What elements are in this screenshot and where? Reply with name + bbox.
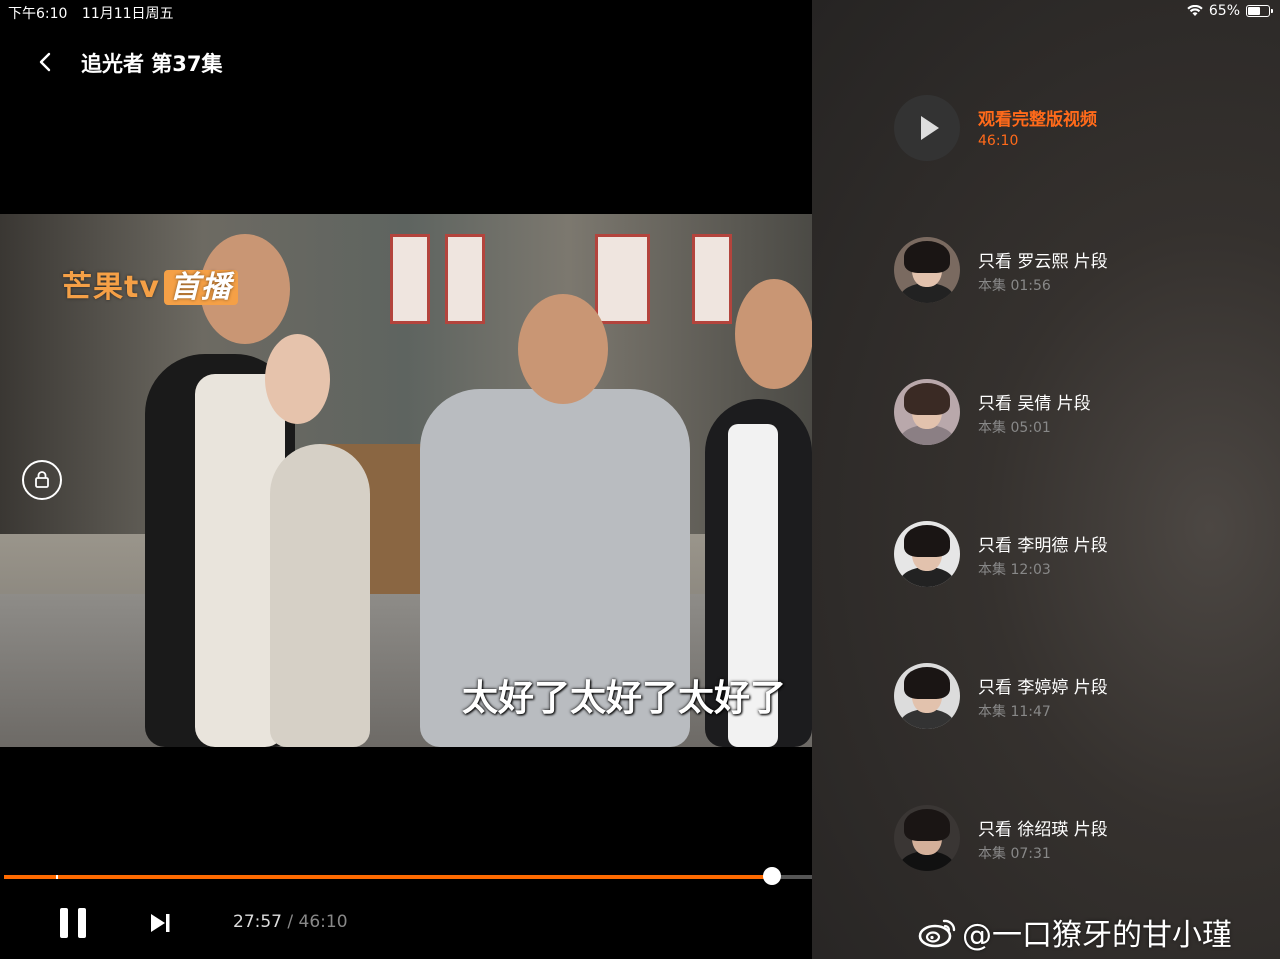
time-separator: /: [287, 912, 294, 932]
total-duration: 46:10: [298, 912, 348, 932]
status-time: 下午6:10: [8, 6, 68, 22]
battery-level: [1248, 7, 1261, 15]
status-date: 11月11日周五: [81, 6, 174, 22]
full-video-label: 观看完整版视频: [978, 110, 1097, 130]
clip-time: 本集 12:03: [978, 562, 1051, 578]
person-head: [265, 334, 330, 424]
person-figure: [270, 444, 370, 747]
video-player: 追光者 第37集 芒果tv 首播 太好了太好了太好了 27:57 / 46:10: [0, 0, 812, 959]
playback-time: 27:57 / 46:10: [233, 912, 348, 932]
clip-item[interactable]: 只看 罗云熙 片段 本集 01:56: [894, 237, 1274, 307]
shop-banner: [595, 234, 650, 324]
person-head: [735, 279, 812, 389]
skip-next-icon: [151, 914, 170, 932]
shop-banner: [445, 234, 485, 324]
clip-time: 本集 11:47: [978, 704, 1051, 720]
weibo-watermark: @一口獠牙的甘小瑾: [918, 910, 1232, 954]
clip-time: 本集 05:01: [978, 420, 1051, 436]
shop-banner: [390, 234, 430, 324]
shop-banner: [692, 234, 732, 324]
avatar: [894, 805, 960, 871]
video-subtitle: 太好了太好了太好了: [462, 678, 787, 719]
progress-played: [4, 875, 773, 879]
clip-item[interactable]: 只看 李明德 片段 本集 12:03: [894, 521, 1274, 591]
progress-marker: [56, 875, 58, 879]
play-icon: [894, 95, 960, 161]
clip-panel: 观看完整版视频 46:10 只看 罗云熙 片段 本集 01:56 只看 吴倩 片…: [812, 0, 1280, 959]
avatar: [894, 237, 960, 303]
back-button[interactable]: [30, 46, 60, 78]
status-bar: 下午6:10 11月11日周五 65%: [0, 0, 1280, 24]
weibo-icon: [918, 919, 956, 948]
clip-item[interactable]: 只看 吴倩 片段 本集 05:01: [894, 379, 1274, 449]
current-time: 27:57: [233, 912, 282, 932]
chevron-left-icon: [39, 52, 51, 72]
clip-item[interactable]: 只看 徐绍瑛 片段 本集 07:31: [894, 805, 1274, 875]
mango-tv-logo: 芒果tv 首播: [62, 262, 238, 306]
clip-label: 只看 李明德 片段: [978, 536, 1108, 556]
battery-percent: 65%: [1208, 3, 1240, 19]
wifi-icon: [1187, 5, 1203, 16]
progress-handle[interactable]: [763, 867, 782, 885]
clip-label: 只看 吴倩 片段: [978, 394, 1091, 414]
watermark-text: @一口獠牙的甘小瑾: [962, 918, 1232, 953]
clip-time: 本集 07:31: [978, 846, 1051, 862]
logo-badge: 首播: [163, 270, 238, 305]
next-episode-button[interactable]: [148, 911, 172, 935]
person-head: [518, 294, 608, 404]
clip-label: 只看 徐绍瑛 片段: [978, 820, 1108, 840]
clip-label: 只看 李婷婷 片段: [978, 678, 1108, 698]
pause-icon: [60, 908, 68, 938]
clip-item[interactable]: 只看 李婷婷 片段 本集 11:47: [894, 663, 1274, 733]
avatar: [894, 663, 960, 729]
avatar: [894, 379, 960, 445]
video-frame[interactable]: 芒果tv 首播 太好了太好了太好了: [0, 214, 812, 747]
screen-lock-button[interactable]: [22, 460, 62, 500]
logo-text: 芒果tv: [62, 270, 160, 305]
battery-icon: [1246, 5, 1273, 17]
pause-button[interactable]: [60, 908, 86, 938]
progress-bar[interactable]: [4, 867, 812, 885]
lock-rotate-icon: [35, 471, 49, 488]
episode-title: 追光者 第37集: [81, 52, 223, 76]
avatar: [894, 521, 960, 587]
full-video-duration: 46:10: [978, 133, 1019, 149]
clip-label: 只看 罗云熙 片段: [978, 252, 1108, 272]
pause-icon: [78, 908, 86, 938]
clip-time: 本集 01:56: [978, 278, 1051, 294]
